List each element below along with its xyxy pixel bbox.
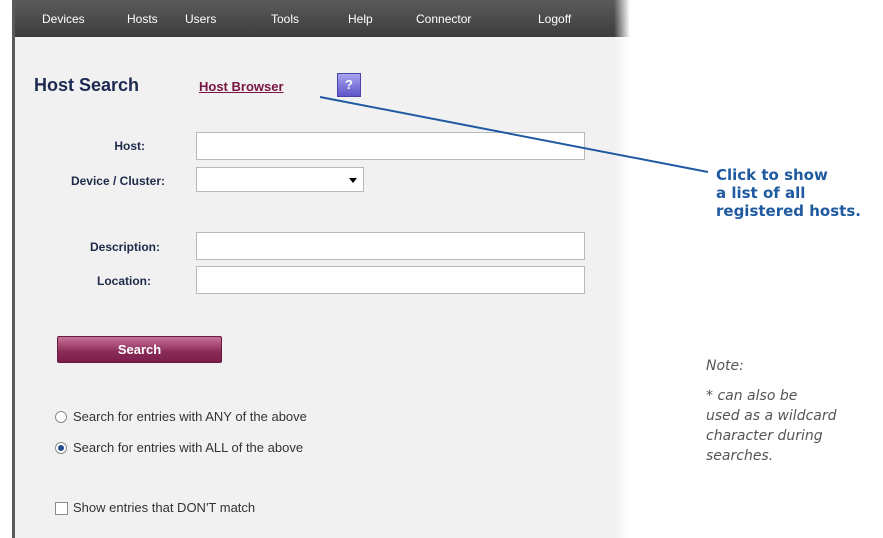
callout-line-3: registered hosts. [716, 202, 861, 220]
note-title: Note: [706, 358, 744, 374]
callout-annotation: Click to show a list of all registered h… [716, 166, 882, 220]
note-line-2: used as a wildcard [706, 408, 837, 424]
note-line-4: searches. [706, 448, 774, 464]
callout-line-1: Click to show [716, 166, 828, 184]
note-body: * can also be used as a wildcard charact… [706, 386, 876, 466]
callout-line-2: a list of all [716, 184, 806, 202]
note-line-1: * can also be [706, 388, 798, 404]
note-line-3: character during [706, 428, 823, 444]
